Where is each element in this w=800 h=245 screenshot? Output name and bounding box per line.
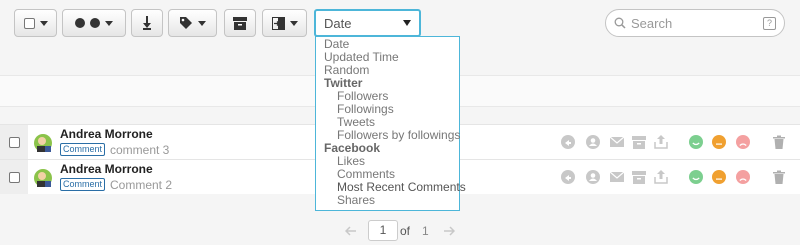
- chevron-down-icon: [39, 20, 48, 26]
- arrow-right-icon[interactable]: [444, 226, 455, 236]
- search-box[interactable]: Search ?: [605, 9, 785, 37]
- author-name[interactable]: Andrea Morrone: [60, 162, 153, 176]
- avatar: [34, 134, 52, 152]
- share-icon[interactable]: [654, 170, 668, 184]
- page-number-input[interactable]: 1: [368, 220, 398, 241]
- sort-option-shares[interactable]: Shares: [316, 194, 459, 207]
- tag-icon: [180, 17, 192, 29]
- trash-icon[interactable]: [772, 170, 786, 184]
- chevron-down-icon: [403, 20, 411, 26]
- checkbox-icon: [8, 171, 20, 183]
- negative-sentiment-icon[interactable]: [736, 135, 750, 149]
- positive-sentiment-icon[interactable]: [689, 135, 703, 149]
- chevron-down-icon: [289, 20, 298, 26]
- negative-sentiment-icon[interactable]: [736, 170, 750, 184]
- archive-icon[interactable]: [632, 170, 646, 184]
- search-icon: [614, 17, 626, 29]
- chevron-down-icon: [105, 20, 113, 26]
- chevron-down-icon: [198, 20, 206, 26]
- checkbox-icon: [23, 17, 35, 29]
- sentiment-dropdown-button[interactable]: [62, 9, 126, 37]
- avatar: [34, 169, 52, 187]
- pagination: 1 of 1: [0, 218, 800, 245]
- share-icon[interactable]: [654, 135, 668, 149]
- positive-sentiment-icon[interactable]: [689, 170, 703, 184]
- export-dropdown-button[interactable]: [262, 9, 307, 37]
- sort-select[interactable]: Date: [314, 9, 421, 37]
- archive-icon: [233, 16, 247, 30]
- search-placeholder: Search: [631, 15, 673, 31]
- sort-options-list: Date Updated Time Random Twitter Followe…: [315, 36, 466, 211]
- reply-icon[interactable]: [561, 170, 575, 184]
- neutral-sentiment-icon[interactable]: [712, 135, 726, 149]
- comment-badge: Comment: [60, 178, 106, 191]
- sad-face-icon: [90, 18, 100, 28]
- comment-text: Comment 2: [110, 178, 173, 192]
- user-icon[interactable]: [586, 135, 600, 149]
- mail-icon[interactable]: [610, 135, 624, 149]
- arrow-left-icon[interactable]: [345, 226, 356, 236]
- comment-badge: Comment: [60, 143, 106, 156]
- tag-dropdown-button[interactable]: [168, 9, 217, 37]
- archive-icon[interactable]: [632, 135, 646, 149]
- trash-icon[interactable]: [772, 135, 786, 149]
- sort-select-value: Date: [324, 15, 352, 31]
- checkbox-icon: [8, 136, 20, 148]
- pagination-total: 1: [422, 224, 429, 238]
- row-checkbox[interactable]: [0, 160, 28, 194]
- pagination-of-label: of: [400, 224, 411, 238]
- comment-text: comment 3: [110, 143, 170, 157]
- export-icon: [271, 16, 285, 30]
- mail-icon[interactable]: [610, 170, 624, 184]
- row-checkbox[interactable]: [0, 125, 28, 159]
- neutral-sentiment-icon[interactable]: [712, 170, 726, 184]
- archive-button[interactable]: [224, 9, 256, 37]
- search-help-icon[interactable]: ?: [763, 16, 776, 30]
- happy-face-icon: [75, 18, 85, 28]
- sort-down-icon: [143, 16, 151, 30]
- select-all-dropdown-button[interactable]: [14, 9, 57, 37]
- sort-direction-button[interactable]: [131, 9, 163, 37]
- reply-icon[interactable]: [561, 135, 575, 149]
- author-name[interactable]: Andrea Morrone: [60, 127, 153, 141]
- user-icon[interactable]: [586, 170, 600, 184]
